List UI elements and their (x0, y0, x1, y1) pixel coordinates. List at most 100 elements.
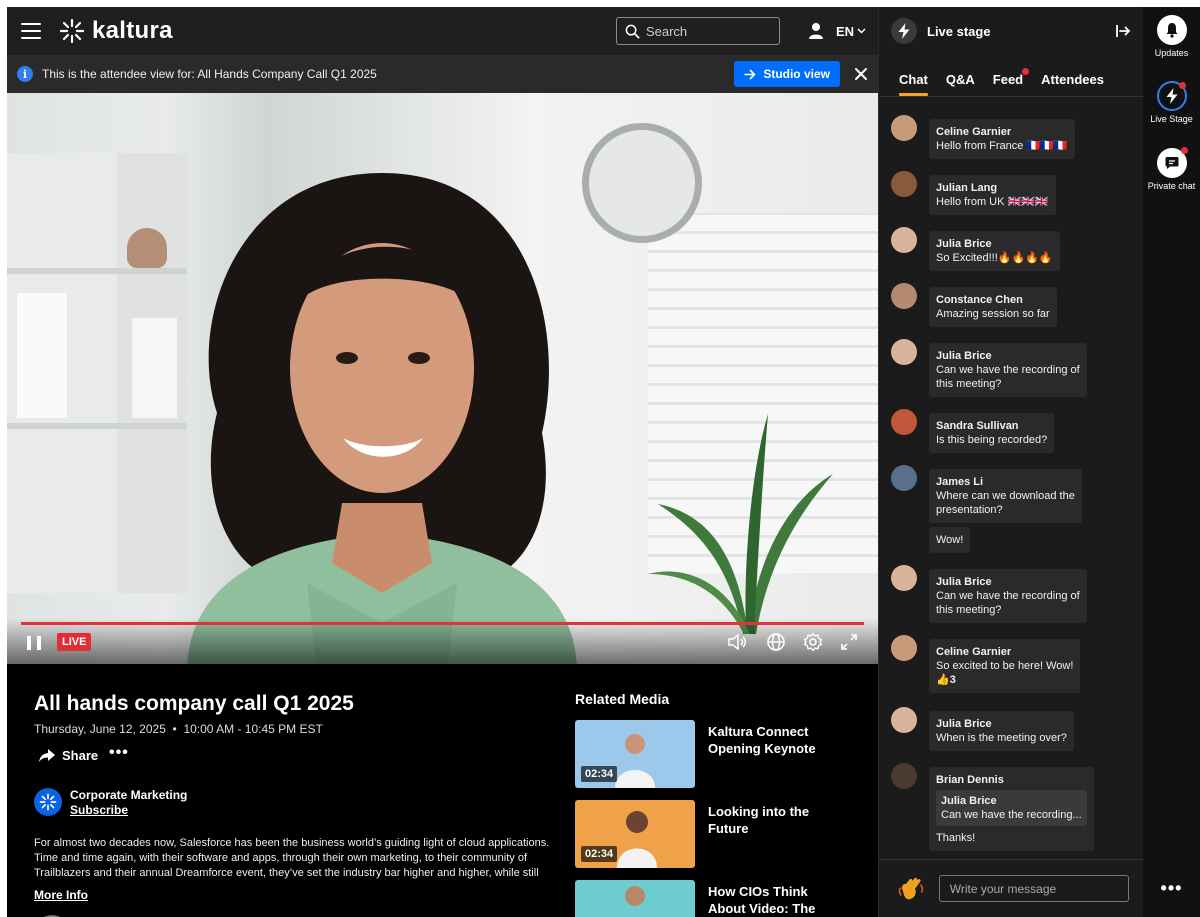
message-bubble: Brian Dennis Julia Brice Can we have the… (929, 767, 1094, 851)
avatar[interactable] (891, 565, 917, 591)
video-duration: 02:34 (581, 846, 618, 862)
kaltura-logo[interactable]: kaltura (59, 17, 173, 45)
search-box[interactable] (615, 17, 780, 45)
rail-label: Private chat (1147, 181, 1196, 191)
rail-label: Live Stage (1150, 114, 1193, 124)
message-bubble: Sandra Sullivan Is this being recorded? (929, 413, 1055, 453)
bell-icon (1156, 15, 1187, 45)
main-view: kaltura EN i This is the attendee view f… (7, 7, 878, 917)
search-input[interactable] (645, 23, 766, 39)
reaction-count[interactable]: 👍3 (936, 673, 1073, 687)
lightning-icon (891, 18, 917, 44)
message-bubble: Wow! (929, 527, 971, 553)
quoted-message[interactable]: Julia Brice Can we have the recording... (936, 790, 1087, 826)
avatar[interactable] (891, 465, 917, 491)
language-globe-icon[interactable] (766, 632, 786, 652)
related-item[interactable]: 02:34 Looking into the Future (575, 800, 865, 868)
attendee-info-bar: i This is the attendee view for: All Han… (7, 55, 878, 93)
tab-qa[interactable]: Q&A (946, 72, 975, 96)
event-title: All hands company call Q1 2025 (34, 692, 354, 715)
message-bubble: Julia Brice Can we have the recording of… (929, 343, 1087, 397)
message-text: So Excited!!!🔥🔥🔥🔥 (936, 252, 1053, 264)
avatar[interactable] (891, 115, 917, 141)
tab-chat[interactable]: Chat (899, 72, 928, 96)
avatar[interactable] (891, 227, 917, 253)
studio-view-label: Studio view (763, 67, 830, 81)
event-date: Thursday, June 12, 2025 (34, 722, 166, 736)
sender-name: Celine Garnier (936, 126, 1012, 138)
message-input[interactable] (938, 875, 1129, 902)
tab-feed-label: Feed (992, 72, 1024, 87)
avatar[interactable] (891, 635, 917, 661)
chevron-down-icon (857, 28, 866, 34)
thumbnail-person (625, 886, 645, 906)
more-options-button[interactable]: ••• (109, 744, 129, 762)
live-progress-bar[interactable] (21, 622, 864, 625)
related-title: Looking into the Future (708, 804, 810, 836)
notification-dot (1180, 147, 1188, 154)
message-bubble: Julia Brice So Excited!!!🔥🔥🔥🔥 (929, 231, 1060, 271)
message-text: Hello from UK 🇬🇧🇬🇧🇬🇧 (936, 196, 1049, 208)
player-controls: LIVE (7, 618, 878, 664)
related-media-title: Related Media (575, 691, 670, 707)
volume-icon[interactable] (727, 632, 747, 652)
chat-bubble-icon (1156, 147, 1188, 178)
video-player[interactable]: LIVE (7, 93, 878, 664)
chat-messages[interactable]: Celine Garnier Hello from France 🇫🇷🇫🇷🇫🇷 … (879, 103, 1143, 858)
menu-icon[interactable] (21, 23, 41, 39)
fullscreen-icon[interactable] (839, 632, 859, 652)
avatar[interactable] (891, 339, 917, 365)
channel-name[interactable]: Corporate Marketing (70, 788, 187, 802)
sender-name: Julia Brice (936, 238, 992, 250)
sender-name: Julia Brice (936, 350, 992, 362)
studio-view-button[interactable]: Studio view (734, 61, 840, 87)
avatar[interactable] (891, 171, 917, 197)
rail-private-chat[interactable]: Private chat (1143, 147, 1200, 191)
lightning-icon (1156, 81, 1187, 111)
sender-name: Julia Brice (936, 718, 992, 730)
avatar[interactable] (891, 763, 917, 789)
info-icon: i (17, 66, 33, 82)
more-options-button[interactable]: ••• (1143, 878, 1200, 899)
quoted-sender: Julia Brice (941, 795, 997, 807)
channel-avatar[interactable] (34, 788, 62, 816)
close-icon[interactable] (854, 67, 868, 81)
related-title: Kaltura Connect Opening Keynote (708, 724, 816, 756)
tab-attendees[interactable]: Attendees (1041, 72, 1104, 96)
rail-live-stage[interactable]: Live Stage (1143, 81, 1200, 124)
kaltura-channel-icon (39, 793, 57, 811)
subscribe-link[interactable]: Subscribe (70, 803, 128, 817)
presenter (187, 173, 577, 664)
settings-gear-icon[interactable] (803, 632, 823, 652)
panel-header: Live stage (879, 7, 1143, 55)
message-text: Hello from France 🇫🇷🇫🇷🇫🇷 (936, 140, 1068, 152)
language-selector[interactable]: EN (836, 24, 866, 39)
rail-updates[interactable]: Updates (1143, 15, 1200, 58)
message-text: Thanks! (936, 832, 976, 844)
chat-composer (879, 859, 1143, 917)
related-item[interactable]: How CIOs Think About Video: The Oracle S… (575, 880, 865, 917)
kaltura-logo-icon (59, 18, 85, 44)
more-info-link[interactable]: More Info (34, 888, 88, 902)
user-icon[interactable] (808, 22, 824, 40)
avatar[interactable] (891, 409, 917, 435)
collapse-panel-icon[interactable] (1115, 23, 1131, 39)
date-separator: • (169, 722, 181, 736)
language-label: EN (835, 23, 854, 39)
sender-name: Brian Dennis (936, 774, 1004, 786)
avatar[interactable] (891, 283, 917, 309)
clap-reaction-icon[interactable] (897, 875, 925, 903)
notification-dot (1178, 82, 1186, 89)
quoted-text: Can we have the recording... (941, 809, 1082, 821)
avatar[interactable] (891, 707, 917, 733)
tab-feed[interactable]: Feed (992, 68, 1030, 96)
sender-name: Julia Brice (936, 576, 992, 588)
logo-text: kaltura (92, 17, 173, 44)
pause-button[interactable] (27, 636, 41, 650)
sender-name: Sandra Sullivan (936, 420, 1019, 432)
event-datetime: Thursday, June 12, 2025 • 10:00 AM - 10:… (34, 722, 323, 736)
video-duration: 02:34 (581, 766, 618, 782)
related-item[interactable]: 02:34 Kaltura Connect Opening Keynote (575, 720, 865, 788)
share-button[interactable]: Share (39, 748, 98, 763)
message-text: Is this being recorded? (936, 434, 1048, 446)
